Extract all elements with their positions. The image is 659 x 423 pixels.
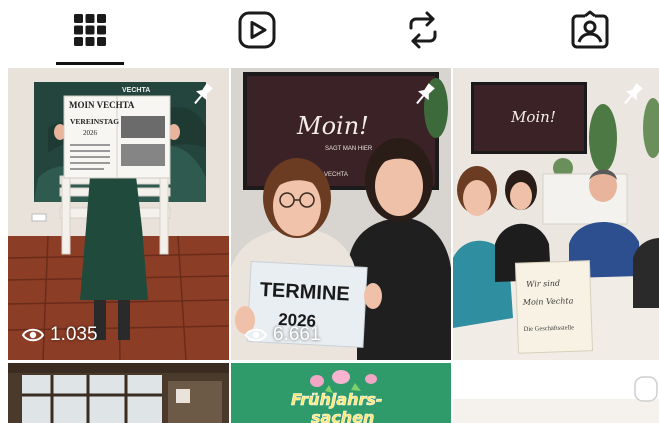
post-image: Moin! Wir sind Moin Vechta Die Geschäfts… [453,68,659,360]
screen-subtitle: SAGT MAN HIER [325,146,373,152]
tab-tagged[interactable] [510,0,659,60]
active-tab-indicator [56,62,124,65]
post-thumbnail-windows[interactable] [8,363,229,423]
screen-title: Moin! [296,112,369,140]
eye-icon [245,328,267,342]
pin-icon [416,83,435,105]
newspaper-year: 2026 [83,129,98,137]
chat-bubble-icon[interactable] [631,374,659,404]
pin-icon [624,83,643,105]
tab-reposts[interactable] [343,0,503,60]
view-count: 6.661 [245,324,321,346]
profile-tab-bar [0,0,659,66]
pin-icon [194,83,213,105]
post-thumbnail-newspaper[interactable]: MOIN VECHTA VEREINSTAG 2026 VECHTA 1.035 [8,68,229,360]
card-line-2: Moin Vechta [522,296,574,307]
post-image: MOIN VECHTA VEREINSTAG 2026 VECHTA [8,68,229,360]
post-thumbnail-termine[interactable]: Moin! SAGT MAN HIER VECHTA TERMINE 2026 … [231,68,451,360]
tagged-person-icon [571,10,609,49]
repost-icon [409,11,437,49]
tab-grid[interactable] [10,0,170,60]
screen-footer: VECHTA [324,172,348,178]
banner-line-2: sachen [311,408,374,423]
post-thumbnail-team[interactable]: Moin! Wir sind Moin Vechta Die Geschäfts… [453,68,659,360]
sign-line-1: TERMINE [259,279,350,306]
newspaper-headline: VEREINSTAG [70,117,119,126]
view-count-label: 1.035 [50,324,98,345]
eye-icon [22,328,44,342]
post-grid: MOIN VECHTA VEREINSTAG 2026 VECHTA 1.035 [8,68,659,423]
play-icon [238,11,276,49]
banner-text: VECHTA [122,87,150,94]
view-count: 1.035 [22,324,98,346]
profile-grid-screen: MOIN VECHTA VEREINSTAG 2026 VECHTA 1.035 [0,0,659,423]
card-line-1: Wir sind [526,279,560,289]
post-thumbnail-spring[interactable]: Frühjahrs- sachen [231,363,451,423]
post-thumbnail-white[interactable] [453,363,659,423]
newspaper-masthead: MOIN VECHTA [69,100,135,110]
post-image [8,363,229,423]
view-count-label: 6.661 [273,324,321,345]
grid-icon [74,14,106,46]
post-image: Moin! SAGT MAN HIER VECHTA TERMINE 2026 [231,68,451,360]
screen-title: Moin! [510,108,556,126]
tab-reels[interactable] [177,0,337,60]
post-image [453,363,659,423]
post-image: Frühjahrs- sachen [231,363,451,423]
banner-line-1: Frühjahrs- [291,390,383,409]
